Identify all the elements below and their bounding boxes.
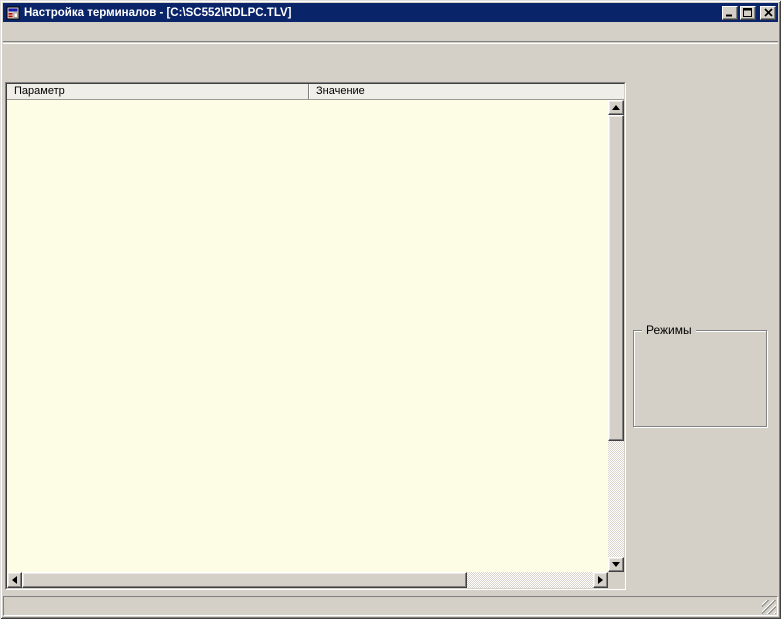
window-controls — [722, 5, 776, 20]
status-bar — [3, 596, 778, 616]
horizontal-scroll-thumb[interactable] — [22, 572, 467, 588]
tree-table-inner: Параметр Значение — [6, 83, 625, 589]
app-icon — [6, 6, 20, 20]
column-header-parameter[interactable]: Параметр — [7, 84, 309, 99]
maximize-icon — [743, 8, 752, 17]
modes-group-title: Режимы — [642, 323, 696, 337]
arrow-left-icon — [8, 576, 17, 584]
app-window: Настройка терминалов - [C:\SC552\RDLPC.T… — [0, 0, 781, 619]
arrow-up-icon — [612, 101, 620, 110]
table-header: Параметр Значение — [7, 84, 624, 100]
toolbar — [3, 43, 778, 79]
scroll-up-button[interactable] — [608, 100, 624, 115]
column-header-value[interactable]: Значение — [309, 84, 624, 99]
parameters-tree-table: Параметр Значение — [5, 82, 626, 590]
tree-table-body — [7, 100, 608, 572]
vertical-scrollbar[interactable] — [608, 100, 624, 572]
title-bar[interactable]: Настройка терминалов - [C:\SC552\RDLPC.T… — [3, 3, 778, 22]
vertical-scroll-thumb[interactable] — [608, 115, 624, 441]
maximize-button[interactable] — [740, 5, 756, 20]
window-title: Настройка терминалов - [C:\SC552\RDLPC.T… — [24, 6, 292, 19]
horizontal-scrollbar[interactable] — [7, 572, 608, 588]
minimize-button[interactable] — [722, 5, 738, 20]
resize-grip[interactable] — [762, 600, 776, 614]
modes-groupbox: Режимы — [633, 323, 767, 427]
scroll-left-button[interactable] — [7, 572, 22, 588]
close-button[interactable] — [760, 5, 776, 20]
scroll-down-button[interactable] — [608, 557, 624, 572]
arrow-right-icon — [598, 576, 607, 584]
arrow-down-icon — [612, 562, 620, 571]
action-panel: Режимы — [628, 82, 777, 590]
menu-bar — [3, 22, 778, 42]
scroll-right-button[interactable] — [593, 572, 608, 588]
close-icon — [763, 8, 773, 17]
minimize-icon — [726, 14, 732, 17]
